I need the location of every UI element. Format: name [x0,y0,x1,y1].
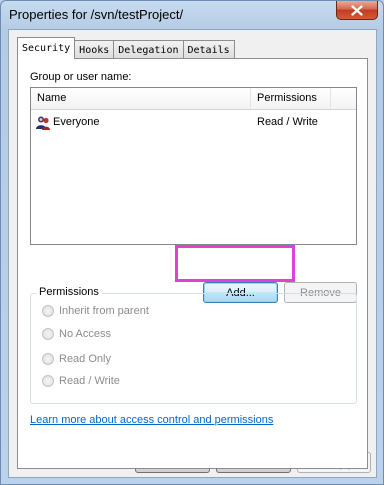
tab-delegation[interactable]: Delegation [113,40,184,59]
column-header-name[interactable]: Name [31,88,251,109]
radio-label: Read Only [59,353,111,365]
radio-button[interactable] [42,353,54,365]
group-or-user-label: Group or user name: [30,71,132,83]
radio-no-access[interactable]: No Access [42,328,111,340]
radio-inherit[interactable]: Inherit from parent [42,305,149,317]
security-panel: Group or user name: Name Permissions Eve… [17,58,368,469]
radio-button[interactable] [42,305,54,317]
tab-details[interactable]: Details [182,40,235,59]
radio-read-write[interactable]: Read / Write [42,375,120,387]
dialog-client-area: Security Hooks Delegation Details Group … [8,29,377,478]
tab-security[interactable]: Security [17,37,76,59]
radio-label: Inherit from parent [59,305,149,317]
radio-button[interactable] [42,375,54,387]
list-item[interactable]: Everyone Read / Write [31,113,356,133]
radio-label: No Access [59,328,111,340]
user-name: Everyone [53,116,100,128]
radio-read-only[interactable]: Read Only [42,353,111,365]
radio-label: Read / Write [59,375,120,387]
window-title: Properties for /svn/testProject/ [9,7,184,22]
close-button[interactable] [336,1,378,20]
user-permissions: Read / Write [257,116,318,128]
list-header: Name Permissions [31,88,356,110]
help-link[interactable]: Learn more about access control and perm… [30,414,273,426]
tab-hooks[interactable]: Hooks [74,40,115,59]
title-bar[interactable]: Properties for /svn/testProject/ [1,1,383,28]
properties-dialog: Properties for /svn/testProject/ Securit… [0,0,384,485]
user-list[interactable]: Name Permissions Everyone Read / Write [30,87,357,245]
close-icon [351,4,363,16]
tab-strip: Security Hooks Delegation Details [17,37,235,59]
radio-button[interactable] [42,328,54,340]
user-group-icon [36,116,50,130]
column-header-permissions[interactable]: Permissions [251,88,331,109]
highlight-box [175,245,295,282]
permissions-group-title: Permissions [36,286,102,298]
